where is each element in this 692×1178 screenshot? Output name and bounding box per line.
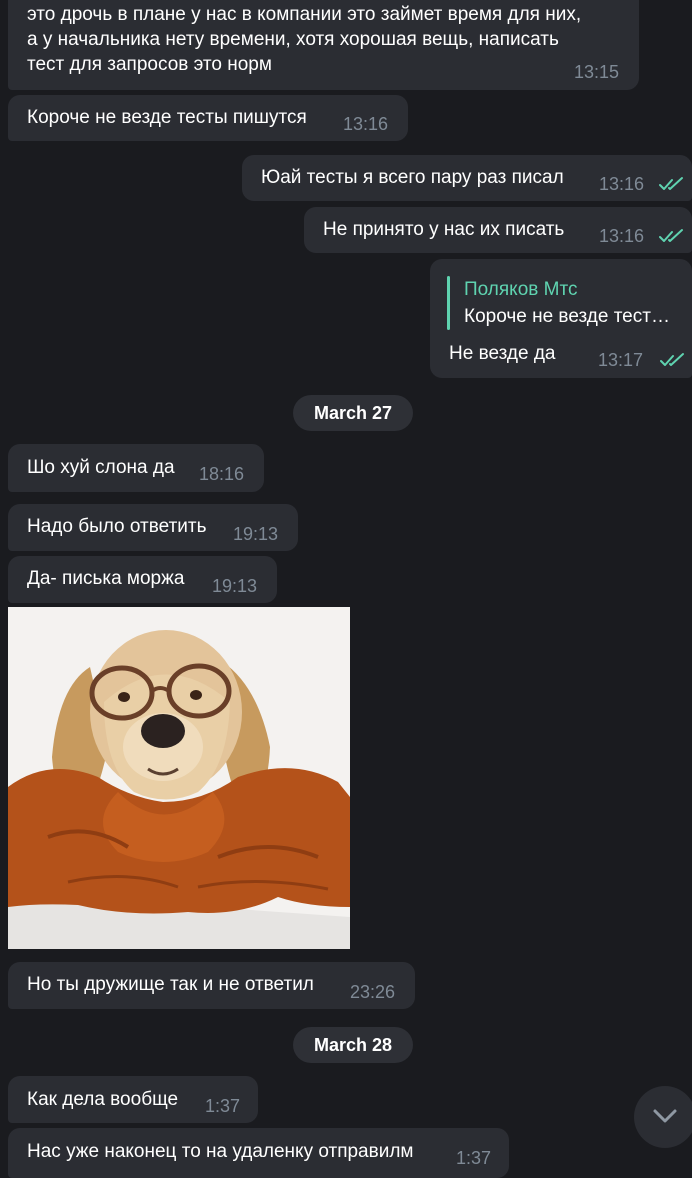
- scroll-down-button[interactable]: [634, 1086, 692, 1148]
- message-bubble[interactable]: Нас уже наконец то на удаленку отправилм…: [8, 1128, 509, 1178]
- message-bubble[interactable]: Юай тесты я всего пару раз писал 13:16: [242, 155, 692, 201]
- dog-photo[interactable]: [8, 607, 350, 949]
- message-bubble[interactable]: Короче не везде тесты пишутся 13:16: [8, 95, 408, 141]
- message-bubble[interactable]: Поляков Мтс Короче не везде тест… Не вез…: [430, 259, 692, 378]
- double-check-icon: [659, 177, 683, 190]
- reply-author[interactable]: Поляков Мтс: [464, 278, 577, 302]
- message-bubble[interactable]: Надо было ответить 19:13: [8, 504, 298, 551]
- message-bubble[interactable]: Но ты дружище так и не ответил 23:26: [8, 962, 415, 1009]
- message-text: Не принято у нас их писать: [323, 219, 565, 240]
- message-bubble[interactable]: Да- писька моржа 19:13: [8, 556, 277, 603]
- reply-bar: [447, 276, 450, 330]
- message-text: Но ты дружище так и не ответил: [27, 974, 314, 995]
- message-time: 13:16: [599, 226, 645, 246]
- dog-illustration: [8, 607, 350, 949]
- message-text: Шо хуй слона да: [27, 457, 175, 478]
- message-time: 1:37: [205, 1096, 241, 1116]
- message-bubble[interactable]: Не принято у нас их писать 13:16: [304, 207, 692, 253]
- date-separator: March 28: [293, 1027, 413, 1063]
- message-bubble[interactable]: это дрочь в плане у нас в компании это з…: [8, 0, 639, 90]
- message-text: Как дела вообще: [27, 1089, 179, 1110]
- message-text: Надо было ответить: [27, 516, 207, 537]
- double-check-icon: [660, 353, 684, 366]
- double-check-icon: [659, 229, 683, 242]
- message-text: Не везде да: [449, 343, 556, 364]
- chevron-down-icon: [653, 1109, 677, 1123]
- message-text: это дрочь в плане у нас в компании это з…: [27, 4, 582, 75]
- message-time: 19:13: [212, 576, 258, 596]
- message-time: 13:15: [574, 62, 620, 82]
- message-time: 18:16: [199, 464, 245, 484]
- message-text: Юай тесты я всего пару раз писал: [261, 167, 564, 188]
- message-time: 19:13: [233, 524, 279, 544]
- message-time: 23:26: [350, 982, 396, 1002]
- message-bubble[interactable]: Как дела вообще 1:37: [8, 1076, 258, 1123]
- reply-preview[interactable]: Короче не везде тест…: [464, 305, 670, 329]
- message-text: Короче не везде тесты пишутся: [27, 107, 307, 128]
- message-time: 13:17: [598, 350, 644, 370]
- message-time: 13:16: [599, 174, 645, 194]
- message-time: 13:16: [343, 114, 389, 134]
- message-bubble[interactable]: Шо хуй слона да 18:16: [8, 444, 264, 492]
- message-text: Нас уже наконец то на удаленку отправилм: [27, 1141, 414, 1162]
- message-text: Да- писька моржа: [27, 568, 185, 589]
- date-separator: March 27: [293, 395, 413, 431]
